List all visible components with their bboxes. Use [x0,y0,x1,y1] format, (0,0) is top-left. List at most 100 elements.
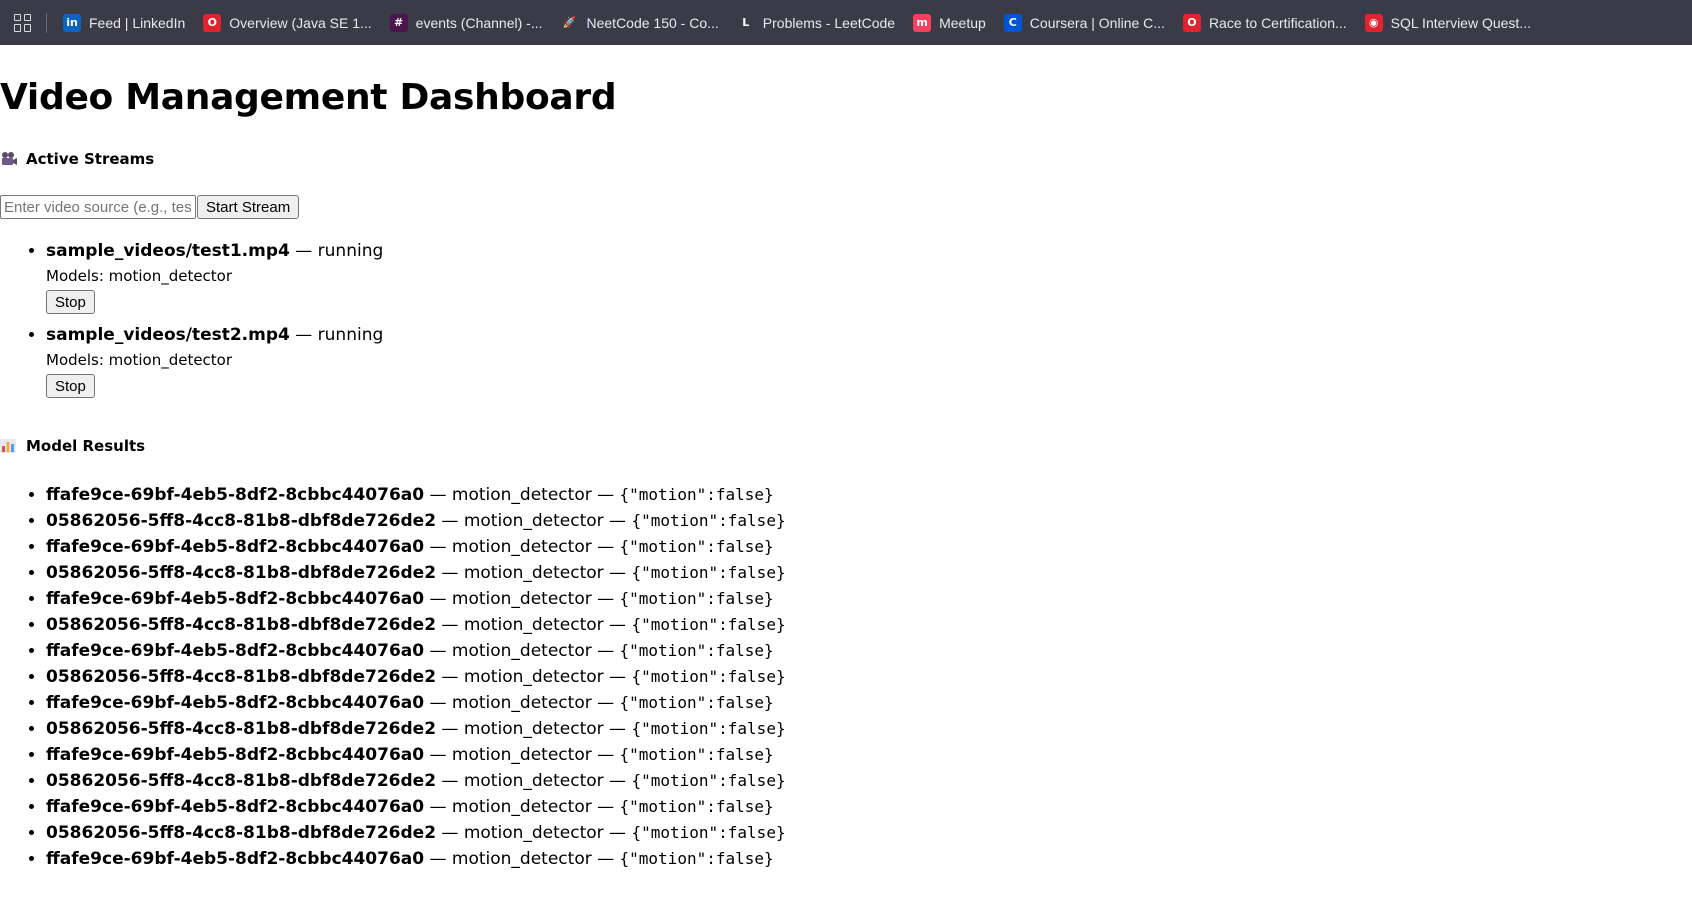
stream-models: Models: motion_detector [46,267,233,285]
result-item: ffafe9ce-69bf-4eb5-8df2-8cbbc44076a0 — m… [46,638,1692,664]
page-title: Video Management Dashboard [0,77,617,118]
meetup-icon: m [913,13,932,32]
result-stream-id: 05862056-5ff8-4cc8-81b8-dbf8de726de2 [46,511,437,531]
bookmark-label: SQL Interview Quest... [1390,14,1531,31]
result-stream-id: 05862056-5ff8-4cc8-81b8-dbf8de726de2 [46,667,437,687]
result-item: 05862056-5ff8-4cc8-81b8-dbf8de726de2 — m… [46,560,1692,586]
result-stream-id: ffafe9ce-69bf-4eb5-8df2-8cbbc44076a0 [46,693,425,713]
result-model: — motion_detector — [436,563,632,583]
result-item: ffafe9ce-69bf-4eb5-8df2-8cbbc44076a0 — m… [46,482,1692,508]
result-stream-id: ffafe9ce-69bf-4eb5-8df2-8cbbc44076a0 [46,589,425,609]
bookmark-label: Overview (Java SE 1... [229,14,372,31]
result-item: 05862056-5ff8-4cc8-81b8-dbf8de726de2 — m… [46,508,1692,534]
apps-grid-icon[interactable] [14,13,32,32]
result-stream-id: 05862056-5ff8-4cc8-81b8-dbf8de726de2 [46,615,437,635]
bookmark-item[interactable]: m Meetup [913,13,986,32]
result-stream-id: 05862056-5ff8-4cc8-81b8-dbf8de726de2 [46,823,437,843]
results-list: ffafe9ce-69bf-4eb5-8df2-8cbbc44076a0 — m… [0,482,1692,872]
bookmark-label: Meetup [939,14,986,31]
result-model: — motion_detector — [424,537,620,557]
stream-item: sample_videos/test2.mp4 — running Models:… [46,324,1692,398]
result-item: 05862056-5ff8-4cc8-81b8-dbf8de726de2 — m… [46,768,1692,794]
bookmark-item[interactable]: O Overview (Java SE 1... [203,13,372,32]
result-model: — motion_detector — [436,615,632,635]
page-content: Video Management Dashboard Active Stream… [0,77,1692,872]
result-output: {"motion":false} [619,485,774,504]
bookmarks-divider [46,12,47,33]
result-item: ffafe9ce-69bf-4eb5-8df2-8cbbc44076a0 — m… [46,742,1692,768]
result-output: {"motion":false} [631,823,786,842]
streams-list: sample_videos/test1.mp4 — running Models:… [0,240,1692,398]
stream-status: — running [295,325,384,345]
result-item: ffafe9ce-69bf-4eb5-8df2-8cbbc44076a0 — m… [46,846,1692,872]
result-stream-id: ffafe9ce-69bf-4eb5-8df2-8cbbc44076a0 [46,745,425,765]
bookmark-item[interactable]: # events (Channel) -... [389,13,543,32]
result-item: 05862056-5ff8-4cc8-81b8-dbf8de726de2 — m… [46,820,1692,846]
bookmark-item[interactable]: C Coursera | Online C... [1003,13,1165,32]
bookmark-item[interactable]: in Feed | LinkedIn [63,13,185,32]
model-results-heading: Model Results [0,436,1692,456]
result-item: 05862056-5ff8-4cc8-81b8-dbf8de726de2 — m… [46,664,1692,690]
stream-source: sample_videos/test1.mp4 [46,241,290,261]
result-output: {"motion":false} [631,771,786,790]
result-item: ffafe9ce-69bf-4eb5-8df2-8cbbc44076a0 — m… [46,534,1692,560]
result-output: {"motion":false} [619,745,774,764]
model-results-label: Model Results [26,437,146,455]
result-stream-id: 05862056-5ff8-4cc8-81b8-dbf8de726de2 [46,719,437,739]
oracle-icon: O [1182,13,1201,32]
bookmark-item[interactable]: 🚀 NeetCode 150 - Co... [560,13,719,32]
stream-source: sample_videos/test2.mp4 [46,325,290,345]
result-output: {"motion":false} [619,849,774,868]
result-item: ffafe9ce-69bf-4eb5-8df2-8cbbc44076a0 — m… [46,794,1692,820]
result-output: {"motion":false} [631,511,786,530]
bar-chart-icon [0,438,18,454]
result-model: — motion_detector — [424,693,620,713]
stop-stream-button[interactable]: Stop [46,374,95,398]
result-output: {"motion":false} [631,719,786,738]
result-model: — motion_detector — [436,511,632,531]
result-output: {"motion":false} [619,537,774,556]
result-stream-id: 05862056-5ff8-4cc8-81b8-dbf8de726de2 [46,563,437,583]
result-model: — motion_detector — [424,849,620,869]
stop-stream-button[interactable]: Stop [46,290,95,314]
result-output: {"motion":false} [619,693,774,712]
bookmark-label: Problems - LeetCode [762,14,896,31]
result-model: — motion_detector — [424,641,620,661]
start-stream-button[interactable]: Start Stream [197,195,300,219]
result-model: — motion_detector — [424,745,620,765]
movie-camera-icon [0,151,18,167]
active-streams-label: Active Streams [26,150,155,168]
result-output: {"motion":false} [619,641,774,660]
result-model: — motion_detector — [424,589,620,609]
bookmark-item[interactable]: ◉ SQL Interview Quest... [1364,13,1531,32]
stream-models: Models: motion_detector [46,351,233,369]
result-item: ffafe9ce-69bf-4eb5-8df2-8cbbc44076a0 — m… [46,690,1692,716]
result-model: — motion_detector — [436,667,632,687]
result-item: ffafe9ce-69bf-4eb5-8df2-8cbbc44076a0 — m… [46,586,1692,612]
result-item: 05862056-5ff8-4cc8-81b8-dbf8de726de2 — m… [46,612,1692,638]
bookmark-item[interactable]: L Problems - LeetCode [736,13,896,32]
result-model: — motion_detector — [436,719,632,739]
result-output: {"motion":false} [631,563,786,582]
result-model: — motion_detector — [436,771,632,791]
result-model: — motion_detector — [436,823,632,843]
active-streams-heading: Active Streams [0,149,1692,169]
linkedin-icon: in [63,13,81,32]
video-source-input[interactable] [0,195,196,219]
result-stream-id: ffafe9ce-69bf-4eb5-8df2-8cbbc44076a0 [46,641,425,661]
result-model: — motion_detector — [424,797,620,817]
bookmarks-list: in Feed | LinkedIn O Overview (Java SE 1...… [63,13,1549,32]
stream-status: — running [295,241,384,261]
bookmark-label: events (Channel) -... [415,14,543,31]
result-output: {"motion":false} [619,797,774,816]
bookmark-item[interactable]: O Race to Certification... [1182,13,1347,32]
result-item: 05862056-5ff8-4cc8-81b8-dbf8de726de2 — m… [46,716,1692,742]
result-model: — motion_detector — [424,485,620,505]
slack-icon: # [389,13,408,32]
coursera-icon: C [1003,13,1022,32]
start-stream-form: Start Stream [0,195,1692,219]
bookmark-label: Coursera | Online C... [1029,14,1165,31]
result-output: {"motion":false} [631,615,786,634]
result-stream-id: 05862056-5ff8-4cc8-81b8-dbf8de726de2 [46,771,437,791]
bookmark-label: Race to Certification... [1208,14,1347,31]
